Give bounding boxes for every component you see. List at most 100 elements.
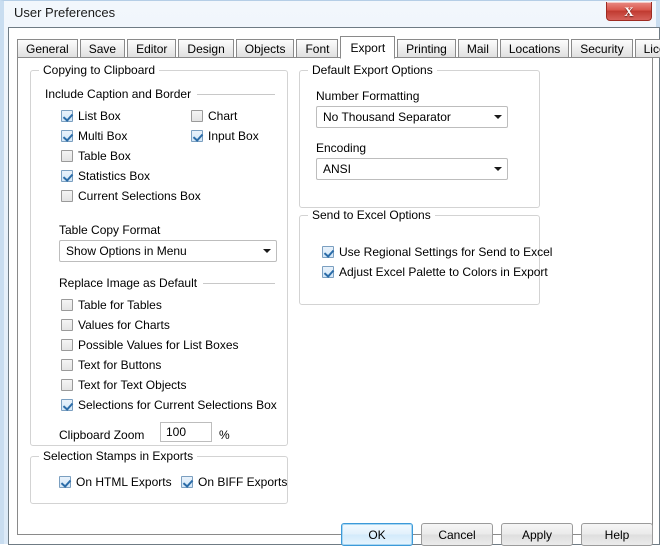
tab-label: Design <box>187 41 225 56</box>
user-preferences-window: User Preferences X General Save Editor Desi… <box>0 0 660 546</box>
checkbox-indicator <box>191 130 203 142</box>
checkbox-use-regional-settings-for-send-to-excel[interactable]: Use Regional Settings for Send to Excel <box>322 245 552 259</box>
label-encoding: Encoding <box>316 141 367 155</box>
checkbox-label: Use Regional Settings for Send to Excel <box>339 245 553 259</box>
tab-save[interactable]: Save <box>79 39 126 58</box>
group-label-selection-stamps: Selection Stamps in Exports <box>39 449 198 463</box>
select-value: No Thousand Separator <box>323 110 451 124</box>
checkbox-statistics-box[interactable]: Statistics Box <box>61 169 150 183</box>
tab-font[interactable]: Font <box>296 39 339 58</box>
checkbox-values-for-charts[interactable]: Values for Charts <box>61 318 170 332</box>
dialog-button-bar: OK Cancel Apply Help <box>9 508 660 546</box>
tab-editor[interactable]: Editor <box>127 39 177 58</box>
tab-label: Locations <box>508 41 561 56</box>
group-label-send-to-excel-options: Send to Excel Options <box>308 208 435 222</box>
tab-label: Font <box>305 41 330 56</box>
checkbox-label: Input Box <box>208 129 259 143</box>
checkbox-text-for-text-objects[interactable]: Text for Text Objects <box>61 378 187 392</box>
group-default-export-options: Default Export Options Number Formatting… <box>299 63 540 208</box>
select-encoding[interactable]: ANSI <box>316 158 508 180</box>
select-value: Show Options in Menu <box>66 244 187 258</box>
checkbox-selections-for-current-selections-box[interactable]: Selections for Current Selections Box <box>61 398 277 412</box>
checkbox-input-box[interactable]: Input Box <box>191 129 259 143</box>
checkbox-table-box[interactable]: Table Box <box>61 149 131 163</box>
close-icon[interactable]: X <box>606 2 652 21</box>
tab-general[interactable]: General <box>17 39 78 58</box>
group-send-to-excel-options: Send to Excel Options Use Regional Setti… <box>299 208 552 305</box>
checkbox-list-box[interactable]: List Box <box>61 109 121 123</box>
apply-button-label: Apply <box>521 527 553 542</box>
chevron-down-icon <box>489 115 507 119</box>
ok-button-label: OK <box>368 527 386 542</box>
checkbox-label: Adjust Excel Palette to Colors in Export <box>339 265 548 279</box>
checkbox-indicator <box>322 266 334 278</box>
label-number-formatting: Number Formatting <box>316 89 420 103</box>
checkbox-indicator <box>59 476 71 488</box>
tab-design[interactable]: Design <box>178 39 234 58</box>
checkbox-text-for-buttons[interactable]: Text for Buttons <box>61 358 161 372</box>
title-bar: User Preferences X <box>4 1 656 27</box>
checkbox-indicator <box>61 379 73 391</box>
checkbox-indicator <box>61 190 73 202</box>
group-selection-stamps-in-exports: Selection Stamps in Exports On HTML Expo… <box>30 449 288 504</box>
group-label-default-export-options: Default Export Options <box>308 63 437 77</box>
checkbox-on-html-exports[interactable]: On HTML Exports <box>59 475 172 489</box>
checkbox-label: Table for Tables <box>78 298 162 312</box>
checkbox-indicator <box>61 110 73 122</box>
tab-license[interactable]: License <box>634 39 660 58</box>
tab-label: Export <box>350 40 386 55</box>
checkbox-adjust-excel-palette-to-colors-in-export[interactable]: Adjust Excel Palette to Colors in Export <box>322 265 548 279</box>
checkbox-possible-values-for-list-boxes[interactable]: Possible Values for List Boxes <box>61 338 239 352</box>
help-button[interactable]: Help <box>581 523 653 546</box>
checkbox-indicator <box>181 476 193 488</box>
select-table-copy-format[interactable]: Show Options in Menu <box>59 240 277 262</box>
tab-label: Security <box>580 41 624 56</box>
close-glyph: X <box>624 3 634 19</box>
tab-strip: General Save Editor Design Objects Font Export… <box>17 36 660 59</box>
checkbox-label: Text for Buttons <box>78 358 162 372</box>
window-title: User Preferences <box>14 5 116 20</box>
checkbox-label: Possible Values for List Boxes <box>78 338 239 352</box>
ok-button[interactable]: OK <box>341 523 413 546</box>
checkbox-label: Current Selections Box <box>78 189 201 203</box>
checkbox-label: Chart <box>208 109 238 123</box>
tab-label: License <box>643 41 660 56</box>
tab-printing[interactable]: Printing <box>397 39 456 58</box>
cancel-button[interactable]: Cancel <box>421 523 493 546</box>
checkbox-multi-box[interactable]: Multi Box <box>61 129 127 143</box>
checkbox-label: Values for Charts <box>78 318 170 332</box>
tab-page-export: Copying to Clipboard Include Caption and… <box>17 57 653 535</box>
checkbox-chart[interactable]: Chart <box>191 109 237 123</box>
checkbox-label: List Box <box>78 109 121 123</box>
checkbox-label: On HTML Exports <box>76 475 172 489</box>
group-copying-to-clipboard: Copying to Clipboard Include Caption and… <box>30 63 288 446</box>
group-label-copying-to-clipboard: Copying to Clipboard <box>39 63 160 77</box>
checkbox-label: Selections for Current Selections Box <box>78 398 277 412</box>
checkbox-on-biff-exports[interactable]: On BIFF Exports <box>181 475 287 489</box>
input-clipboard-zoom[interactable]: 100 <box>160 422 212 442</box>
checkbox-table-for-tables[interactable]: Table for Tables <box>61 298 162 312</box>
apply-button[interactable]: Apply <box>501 523 573 546</box>
checkbox-indicator <box>61 359 73 371</box>
tab-export[interactable]: Export <box>340 36 396 59</box>
checkbox-indicator <box>61 319 73 331</box>
tab-label: Mail <box>466 41 489 56</box>
checkbox-indicator <box>61 299 73 311</box>
tab-mail[interactable]: Mail <box>457 39 498 58</box>
tab-objects[interactable]: Objects <box>235 39 295 58</box>
tab-label: Editor <box>136 41 168 56</box>
checkbox-label: Multi Box <box>78 129 128 143</box>
tab-locations[interactable]: Locations <box>499 39 570 58</box>
dialog-body: General Save Editor Design Objects Font Export… <box>8 27 660 546</box>
tab-label: General <box>26 41 69 56</box>
checkbox-label: Statistics Box <box>78 169 151 183</box>
help-button-label: Help <box>604 527 630 542</box>
input-value: 100 <box>166 425 187 439</box>
tab-security[interactable]: Security <box>571 39 633 58</box>
chevron-down-icon <box>489 167 507 171</box>
select-number-formatting[interactable]: No Thousand Separator <box>316 106 508 128</box>
tab-label: Save <box>88 41 117 56</box>
checkbox-indicator <box>61 339 73 351</box>
checkbox-label: Table Box <box>78 149 131 163</box>
checkbox-current-selections-box[interactable]: Current Selections Box <box>61 189 201 203</box>
